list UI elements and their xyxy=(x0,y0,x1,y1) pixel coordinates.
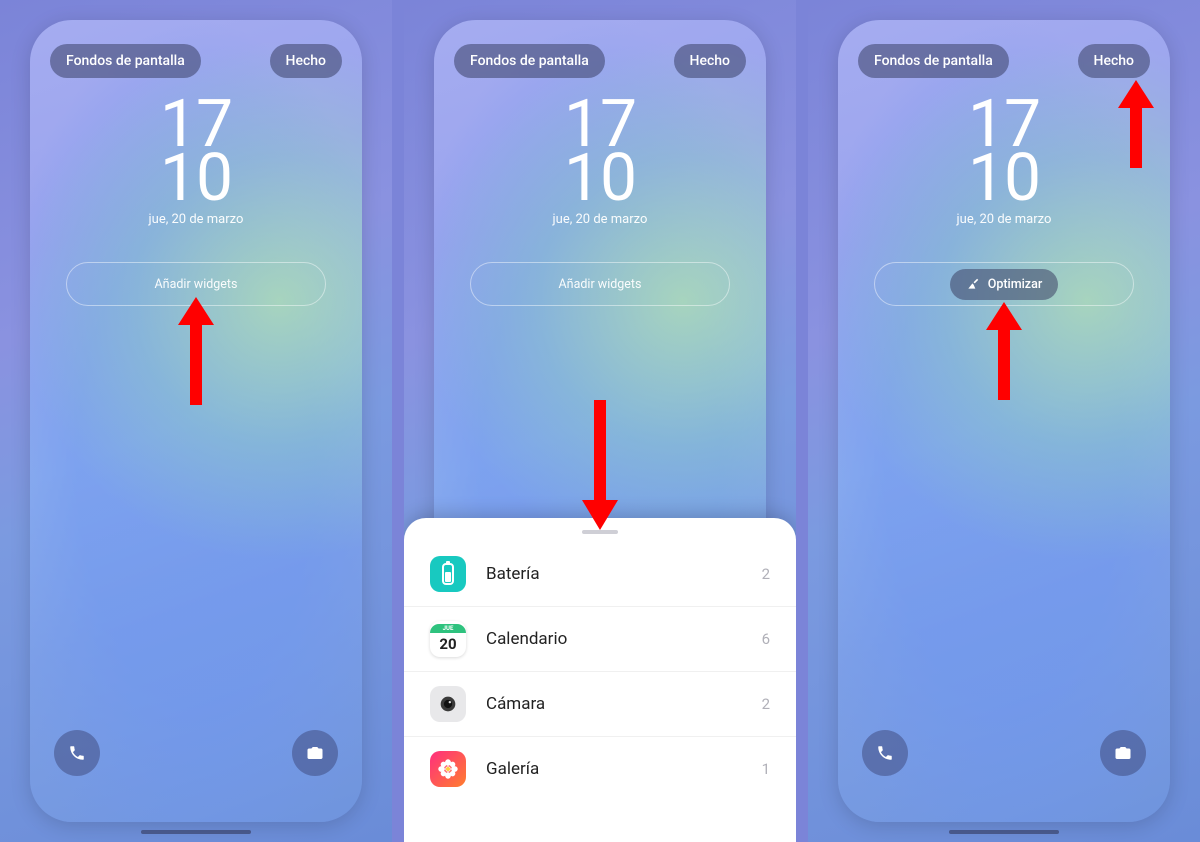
battery-icon xyxy=(430,556,466,592)
annotation-arrow xyxy=(174,295,218,405)
phone-shortcut[interactable] xyxy=(862,730,908,776)
camera-shortcut[interactable] xyxy=(1100,730,1146,776)
sheet-item-count: 6 xyxy=(762,630,770,648)
done-button[interactable]: Hecho xyxy=(270,44,342,78)
sheet-item-label: Batería xyxy=(486,564,742,584)
phone-icon xyxy=(68,744,86,762)
top-bar: Fondos de pantalla Hecho xyxy=(50,44,342,78)
clock-minutes: 10 xyxy=(0,152,392,206)
sheet-item-label: Calendario xyxy=(486,629,742,649)
sheet-item-count: 2 xyxy=(762,695,770,713)
add-widgets-button[interactable]: Añadir widgets xyxy=(541,271,660,298)
sheet-item-battery[interactable]: Batería 2 xyxy=(404,542,796,607)
shortcut-row xyxy=(862,730,1146,776)
phone-shortcut[interactable] xyxy=(54,730,100,776)
add-widgets-label: Añadir widgets xyxy=(559,277,642,292)
phone-icon xyxy=(876,744,894,762)
done-button[interactable]: Hecho xyxy=(1078,44,1150,78)
widget-slot[interactable]: Añadir widgets xyxy=(470,262,730,306)
clock-date: jue, 20 de marzo xyxy=(0,212,392,227)
add-widgets-button[interactable]: Añadir widgets xyxy=(137,271,256,298)
gallery-icon xyxy=(430,751,466,787)
home-indicator xyxy=(949,830,1059,834)
calendar-badge-num: 20 xyxy=(439,633,456,655)
clock-date: jue, 20 de marzo xyxy=(808,212,1200,227)
camera-icon xyxy=(306,744,324,762)
screen-1: Fondos de pantalla Hecho 17 10 jue, 20 d… xyxy=(0,0,392,842)
wallpapers-button[interactable]: Fondos de pantalla xyxy=(50,44,201,78)
broom-icon xyxy=(966,277,980,291)
shortcut-row xyxy=(54,730,338,776)
wallpapers-button[interactable]: Fondos de pantalla xyxy=(858,44,1009,78)
camera-app-icon xyxy=(430,686,466,722)
top-bar: Fondos de pantalla Hecho xyxy=(454,44,746,78)
calendar-icon: JUE 20 xyxy=(430,621,466,657)
wallpapers-button[interactable]: Fondos de pantalla xyxy=(454,44,605,78)
screen-3: Fondos de pantalla Hecho 17 10 jue, 20 d… xyxy=(808,0,1200,842)
lock-clock: 17 10 jue, 20 de marzo xyxy=(404,98,796,227)
clock-minutes: 10 xyxy=(404,152,796,206)
sheet-item-label: Cámara xyxy=(486,694,742,714)
sheet-item-count: 2 xyxy=(762,565,770,583)
sheet-item-count: 1 xyxy=(762,760,770,778)
sheet-item-camera[interactable]: Cámara 2 xyxy=(404,672,796,737)
annotation-arrow xyxy=(578,400,622,532)
sheet-item-calendar[interactable]: JUE 20 Calendario 6 xyxy=(404,607,796,672)
camera-shortcut[interactable] xyxy=(292,730,338,776)
clock-date: jue, 20 de marzo xyxy=(404,212,796,227)
widget-picker-sheet[interactable]: Batería 2 JUE 20 Calendario 6 Cámara 2 G… xyxy=(404,518,796,842)
sheet-item-gallery[interactable]: Galería 1 xyxy=(404,737,796,801)
screen-2: Fondos de pantalla Hecho 17 10 jue, 20 d… xyxy=(404,0,796,842)
optimize-label: Optimizar xyxy=(988,277,1043,292)
lock-clock: 17 10 jue, 20 de marzo xyxy=(0,98,392,227)
home-indicator xyxy=(141,830,251,834)
sheet-item-label: Galería xyxy=(486,759,742,779)
camera-icon xyxy=(1114,744,1132,762)
optimize-widget[interactable]: Optimizar xyxy=(950,269,1059,300)
top-bar: Fondos de pantalla Hecho xyxy=(858,44,1150,78)
annotation-arrow xyxy=(982,300,1026,400)
done-button[interactable]: Hecho xyxy=(674,44,746,78)
annotation-arrow xyxy=(1114,78,1158,168)
calendar-badge-top: JUE xyxy=(430,624,466,633)
add-widgets-label: Añadir widgets xyxy=(155,277,238,292)
